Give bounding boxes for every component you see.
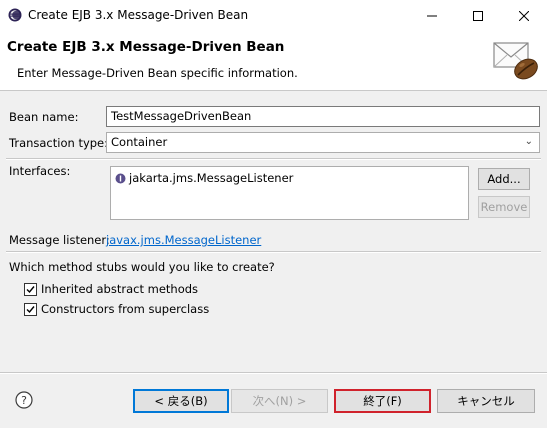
checkbox-label: Inherited abstract methods [41, 282, 199, 296]
title-bar: Create EJB 3.x Message-Driven Bean [0, 0, 547, 31]
method-stubs-question: Which method stubs would you like to cre… [9, 260, 275, 274]
close-button[interactable] [501, 0, 547, 31]
interfaces-label: Interfaces: [9, 164, 71, 178]
window-title: Create EJB 3.x Message-Driven Bean [28, 8, 249, 22]
interface-name: jakarta.jms.MessageListener [129, 171, 294, 185]
message-listener-label: Message listener: [9, 233, 110, 247]
footer-separator [0, 372, 547, 374]
page-title: Create EJB 3.x Message-Driven Bean [7, 39, 285, 55]
bean-name-label: Bean name: [9, 110, 79, 124]
transaction-type-label: Transaction type: [9, 136, 109, 150]
next-button[interactable]: 次へ(N) > [231, 389, 328, 413]
svg-text:?: ? [21, 394, 27, 407]
checkbox-box[interactable] [24, 282, 37, 296]
help-icon[interactable]: ? [15, 391, 33, 409]
remove-interface-button[interactable]: Remove [478, 196, 530, 218]
back-button[interactable]: < 戻る(B) [133, 389, 229, 413]
inherited-abstract-methods-checkbox[interactable]: Inherited abstract methods [24, 282, 198, 296]
transaction-type-value: Container [111, 135, 168, 149]
separator [6, 251, 541, 253]
constructors-from-superclass-checkbox[interactable]: Constructors from superclass [24, 302, 209, 316]
checkbox-label: Constructors from superclass [41, 302, 210, 316]
separator [6, 158, 541, 160]
checkbox-box[interactable] [24, 302, 37, 316]
check-icon [26, 305, 35, 313]
wizard-banner: Create EJB 3.x Message-Driven Bean Enter… [0, 31, 547, 91]
minimize-button[interactable] [409, 0, 455, 31]
list-item[interactable]: jakarta.jms.MessageListener [115, 171, 293, 185]
eclipse-icon [8, 8, 22, 22]
page-description: Enter Message-Driven Bean specific infor… [17, 66, 298, 80]
minimize-icon [427, 15, 437, 16]
maximize-icon [473, 10, 483, 21]
interfaces-list[interactable]: jakarta.jms.MessageListener [110, 166, 469, 220]
cancel-button[interactable]: キャンセル [437, 389, 535, 413]
transaction-type-select[interactable]: Container ⌄ [106, 132, 540, 153]
maximize-button[interactable] [455, 0, 501, 31]
finish-button[interactable]: 終了(F) [334, 389, 431, 413]
interface-icon [115, 173, 126, 183]
bean-name-field[interactable]: TestMessageDrivenBean [106, 106, 540, 127]
message-listener-link[interactable]: javax.jms.MessageListener [106, 233, 261, 247]
add-interface-button[interactable]: Add... [478, 168, 530, 190]
chevron-down-icon: ⌄ [524, 136, 533, 147]
close-icon [519, 10, 529, 21]
check-icon [26, 285, 35, 293]
message-bean-icon [493, 42, 538, 80]
